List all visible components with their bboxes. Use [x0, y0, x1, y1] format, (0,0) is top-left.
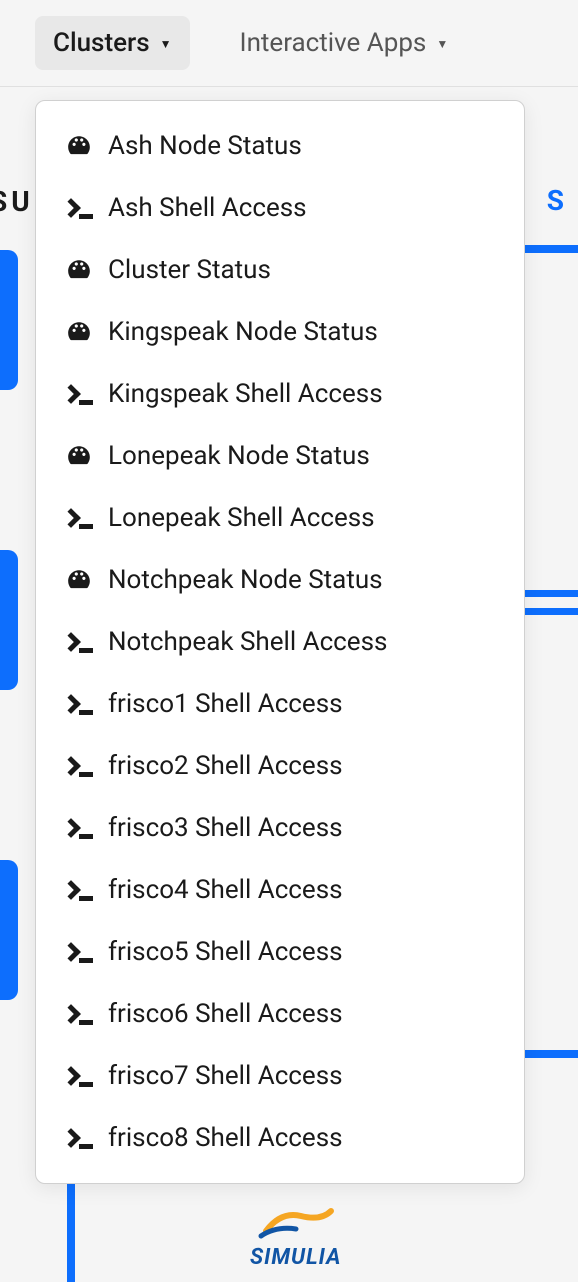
- shell-icon: [64, 1001, 94, 1027]
- dropdown-item[interactable]: frisco2 Shell Access: [36, 735, 524, 797]
- shell-icon: [64, 195, 94, 221]
- card-border: [67, 1172, 75, 1282]
- simulia-ds-icon: [251, 1201, 341, 1241]
- dropdown-item[interactable]: frisco4 Shell Access: [36, 859, 524, 921]
- simulia-logo-text: SIMULIA: [250, 1245, 341, 1270]
- dropdown-item-label: frisco3 Shell Access: [108, 813, 343, 843]
- dropdown-item-label: Notchpeak Shell Access: [108, 627, 387, 657]
- dropdown-item[interactable]: Cluster Status: [36, 239, 524, 301]
- dropdown-item[interactable]: Lonepeak Shell Access: [36, 487, 524, 549]
- accent-line: [518, 245, 578, 253]
- shell-icon: [64, 815, 94, 841]
- dropdown-item-label: frisco2 Shell Access: [108, 751, 343, 781]
- nav-clusters-label: Clusters: [53, 28, 150, 58]
- shell-icon: [64, 1125, 94, 1151]
- dropdown-item-label: frisco4 Shell Access: [108, 875, 343, 905]
- simulia-logo: SIMULIA: [250, 1201, 341, 1270]
- nav-clusters-dropdown[interactable]: Clusters ▼: [35, 16, 190, 70]
- dropdown-item[interactable]: Kingspeak Node Status: [36, 301, 524, 363]
- nav-interactive-apps-dropdown[interactable]: Interactive Apps ▼: [222, 16, 467, 70]
- nav-interactive-apps-label: Interactive Apps: [240, 28, 427, 58]
- caret-down-icon: ▼: [160, 37, 172, 51]
- dropdown-item-label: Notchpeak Node Status: [108, 565, 383, 595]
- dropdown-item-label: frisco7 Shell Access: [108, 1061, 343, 1091]
- accent-bar: [0, 250, 18, 390]
- dropdown-item[interactable]: Ash Node Status: [36, 115, 524, 177]
- dropdown-item-label: Cluster Status: [108, 255, 271, 285]
- dropdown-item-label: Ash Shell Access: [108, 193, 307, 223]
- dropdown-item-label: frisco8 Shell Access: [108, 1123, 343, 1153]
- accent-line: [518, 608, 578, 615]
- dropdown-item[interactable]: frisco6 Shell Access: [36, 983, 524, 1045]
- dropdown-item-label: Lonepeak Shell Access: [108, 503, 375, 533]
- gauge-icon: [64, 133, 94, 159]
- shell-icon: [64, 939, 94, 965]
- dropdown-item-label: frisco1 Shell Access: [108, 689, 343, 719]
- shell-icon: [64, 629, 94, 655]
- shell-icon: [64, 691, 94, 717]
- dropdown-item[interactable]: frisco5 Shell Access: [36, 921, 524, 983]
- navbar: Clusters ▼ Interactive Apps ▼: [0, 0, 578, 87]
- dropdown-item[interactable]: frisco1 Shell Access: [36, 673, 524, 735]
- dropdown-item[interactable]: Notchpeak Node Status: [36, 549, 524, 611]
- background-text-right: S: [547, 184, 566, 217]
- dropdown-item[interactable]: Notchpeak Shell Access: [36, 611, 524, 673]
- gauge-icon: [64, 257, 94, 283]
- accent-bar: [0, 860, 18, 1000]
- dropdown-item[interactable]: Ash Shell Access: [36, 177, 524, 239]
- dropdown-item-label: Lonepeak Node Status: [108, 441, 370, 471]
- dropdown-item[interactable]: frisco8 Shell Access: [36, 1107, 524, 1169]
- dropdown-item-label: frisco6 Shell Access: [108, 999, 343, 1029]
- caret-down-icon: ▼: [436, 37, 448, 51]
- dropdown-item-label: Kingspeak Shell Access: [108, 379, 383, 409]
- shell-icon: [64, 505, 94, 531]
- shell-icon: [64, 753, 94, 779]
- accent-line: [518, 590, 578, 597]
- gauge-icon: [64, 443, 94, 469]
- dropdown-item[interactable]: Kingspeak Shell Access: [36, 363, 524, 425]
- accent-line: [518, 1050, 578, 1058]
- accent-bar: [0, 550, 18, 690]
- gauge-icon: [64, 319, 94, 345]
- background-text-left: SU: [0, 185, 34, 218]
- shell-icon: [64, 381, 94, 407]
- shell-icon: [64, 1063, 94, 1089]
- gauge-icon: [64, 567, 94, 593]
- dropdown-item-label: frisco5 Shell Access: [108, 937, 343, 967]
- dropdown-item-label: Ash Node Status: [108, 131, 302, 161]
- dropdown-item[interactable]: Lonepeak Node Status: [36, 425, 524, 487]
- dropdown-item-label: Kingspeak Node Status: [108, 317, 378, 347]
- dropdown-item[interactable]: frisco7 Shell Access: [36, 1045, 524, 1107]
- clusters-dropdown-menu: Ash Node Status Ash Shell Access Cluster S…: [35, 100, 525, 1184]
- shell-icon: [64, 877, 94, 903]
- dropdown-item[interactable]: frisco3 Shell Access: [36, 797, 524, 859]
